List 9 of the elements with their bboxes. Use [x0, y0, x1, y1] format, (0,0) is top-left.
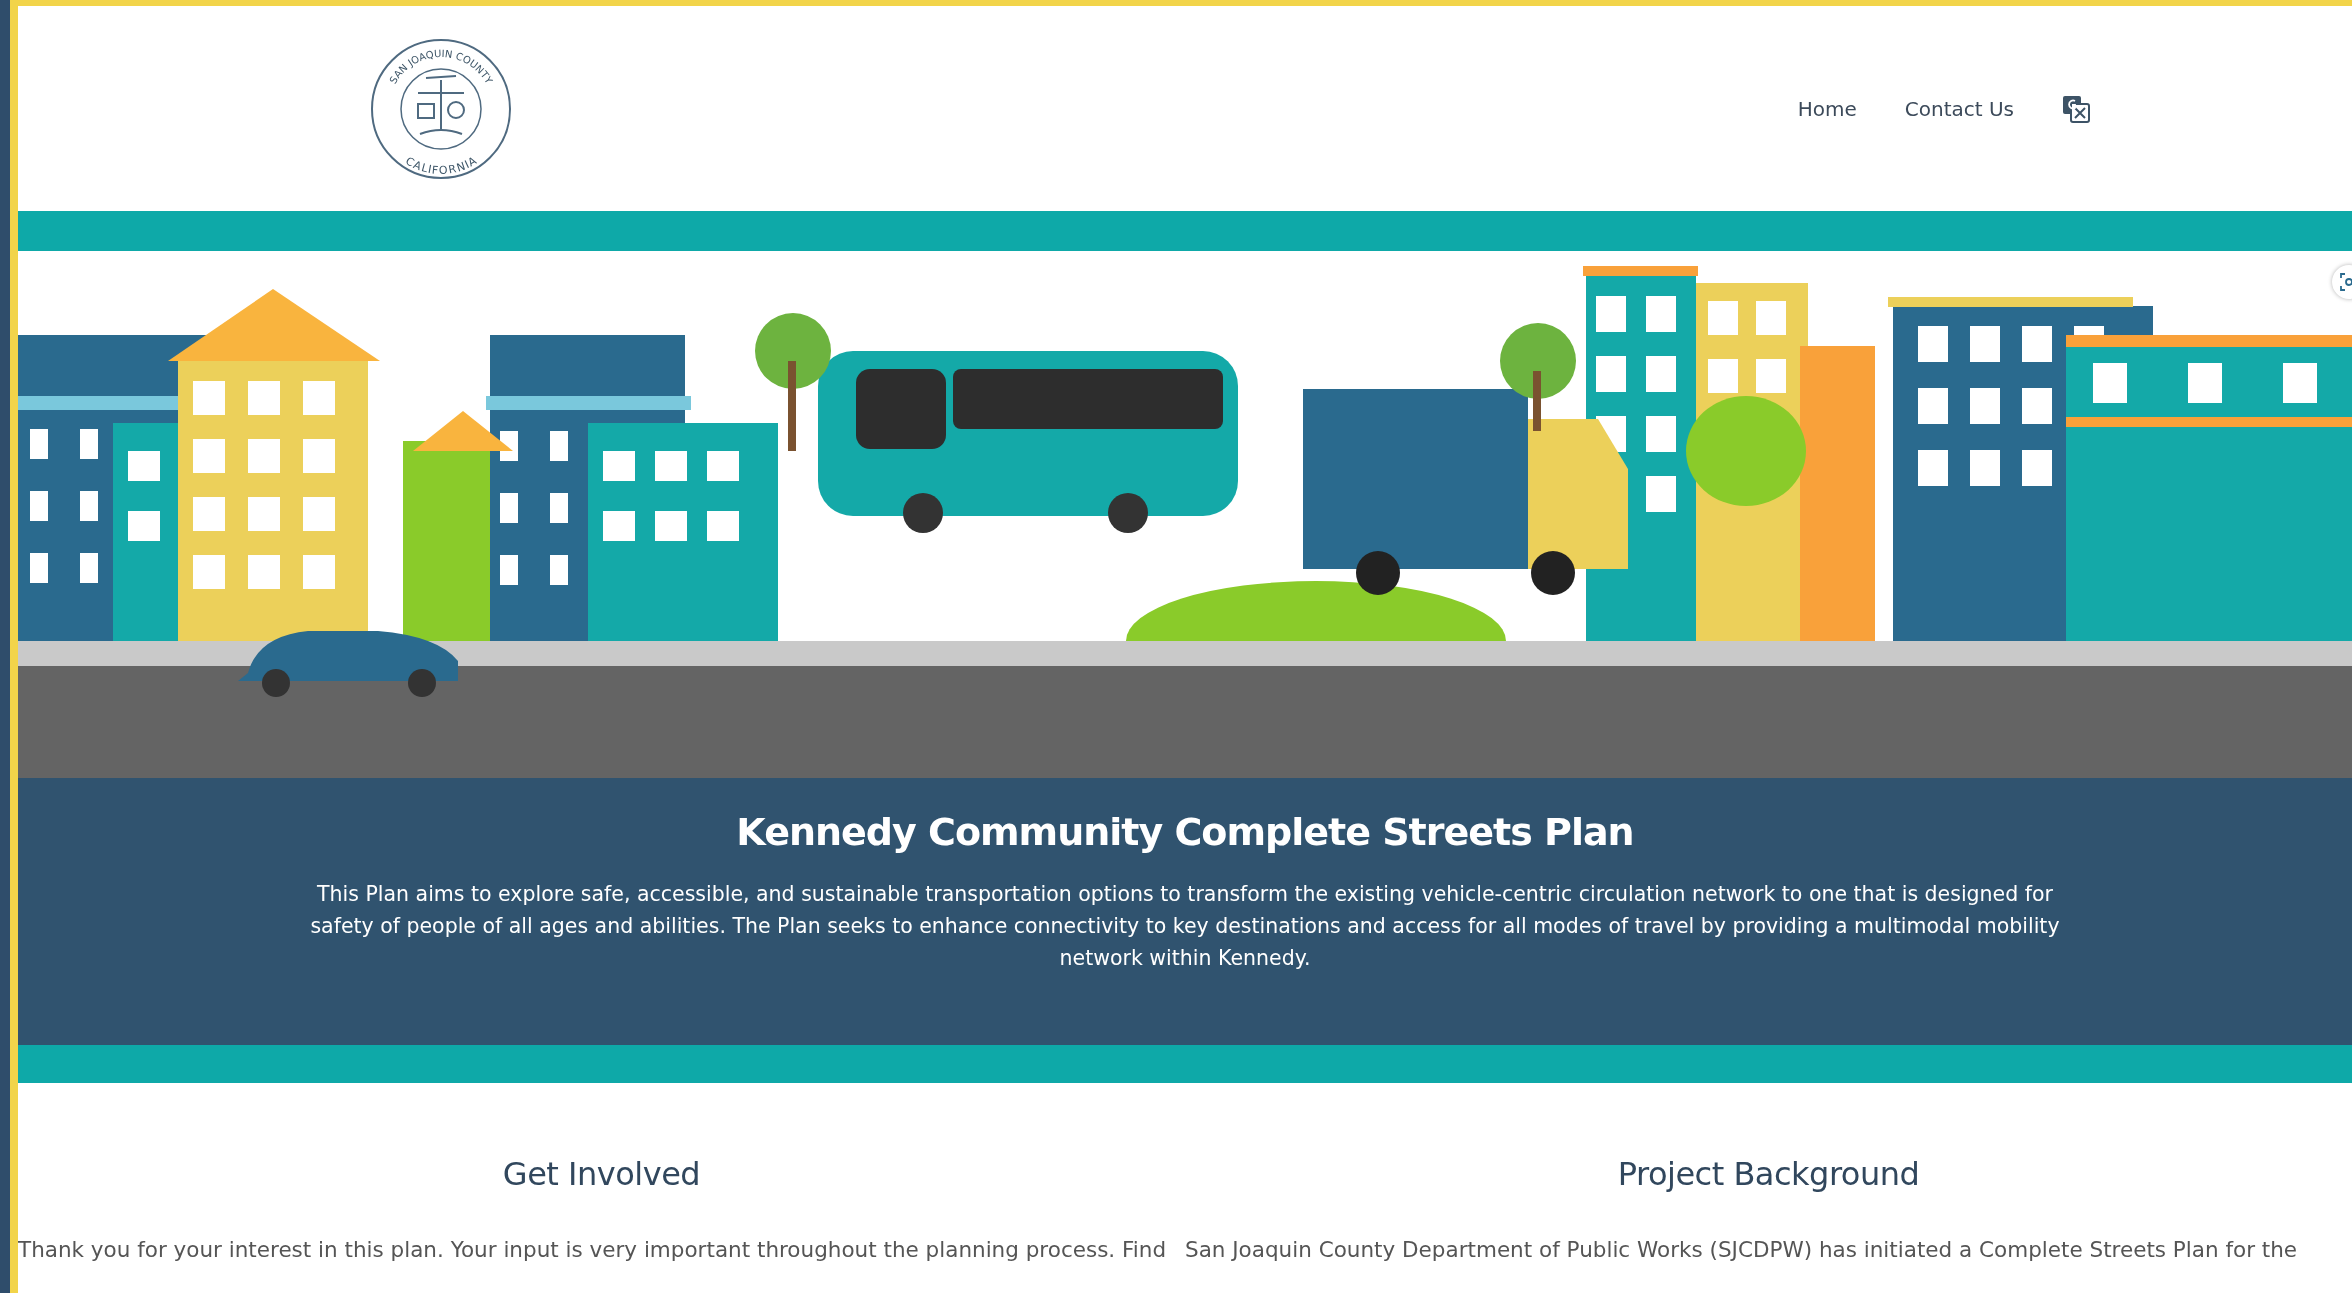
hero-description: This Plan aims to explore safe, accessible, and sustainable transportation options to transform the existing vehicle-centric circulation network to one that is designed for safety of people of all ages and abilities. The Plan seeks to enhance connectivity to key destinations and access for all modes of travel by providing a multimodal mobility network within Kennedy. — [309, 881, 2061, 972]
hero-title: Kennedy Community Complete Streets Plan — [736, 810, 1634, 854]
nav-link[interactable]: Home — [1797, 96, 1857, 121]
section-text: Thank you for your interest in this plan. Your input is very important throughout the planning process. Find — [18, 1237, 1167, 1262]
section-heading: Get Involved — [502, 1155, 701, 1193]
nav-link[interactable]: Contact Us — [1904, 96, 2014, 121]
section-heading: Project Background — [1617, 1155, 1920, 1193]
section-text: San Joaquin County Department of Public Works (SJCDPW) has initiated a Complete Streets Plan for the — [1185, 1237, 2298, 1262]
translate-icon[interactable] — [2062, 94, 2090, 123]
